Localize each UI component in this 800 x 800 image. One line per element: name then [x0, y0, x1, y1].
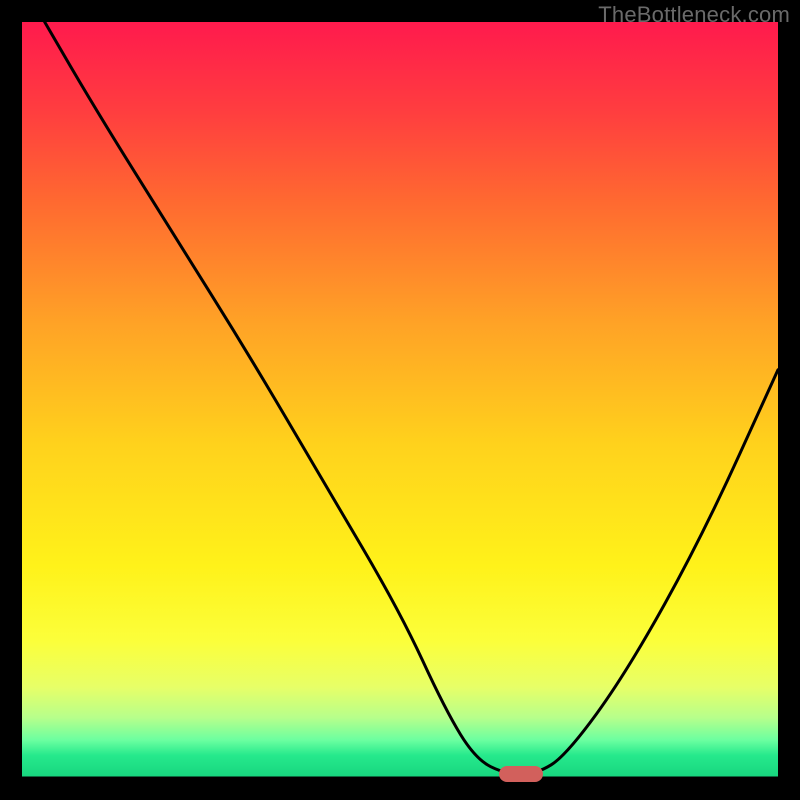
bottleneck-curve-path	[45, 22, 778, 774]
bottleneck-curve-svg	[22, 22, 778, 778]
watermark-text: TheBottleneck.com	[598, 2, 790, 28]
chart-stage: TheBottleneck.com	[0, 0, 800, 800]
bottleneck-plot-area	[22, 22, 778, 778]
optimal-point-marker	[499, 766, 543, 782]
